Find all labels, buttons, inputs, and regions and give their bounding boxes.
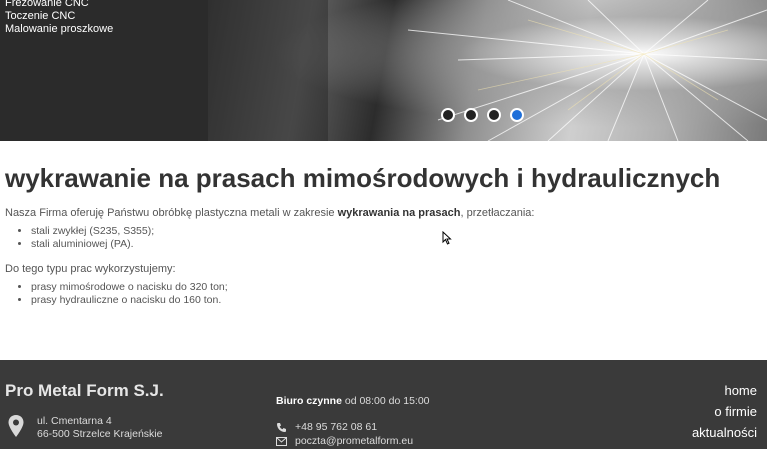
address-city: 66-500 Strzelce Krajeńskie: [37, 428, 163, 440]
footer-nav-home[interactable]: home: [692, 380, 757, 401]
slide-dot-3[interactable]: [487, 108, 501, 122]
envelope-icon: [276, 436, 287, 446]
footer-nav-news[interactable]: aktualności: [692, 422, 757, 443]
mouse-cursor-icon: [442, 231, 452, 245]
image-slider: [208, 0, 767, 141]
list-item: prasy mimośrodowe o nacisku do 320 ton;: [31, 281, 767, 294]
email-row: poczta@prometalform.eu: [276, 434, 413, 448]
slide-dot-2[interactable]: [464, 108, 478, 122]
list-item: stali aluminiowej (PA).: [31, 238, 767, 251]
footer-brand: Pro Metal Form S.J.: [5, 381, 164, 400]
slide-dot-4[interactable]: [510, 108, 524, 122]
materials-list: stali zwykłej (S235, S355); stali alumin…: [31, 225, 767, 251]
menu-item-toczenie[interactable]: Toczenie CNC: [5, 10, 208, 23]
article-content: wykrawanie na prasach mimośrodowych i hy…: [0, 141, 767, 360]
office-hours: Biuro czynne od 08:00 do 15:00: [276, 395, 430, 407]
footer-nav: home o firmie aktualności: [692, 380, 757, 443]
hours-value: od 08:00 do 15:00: [341, 395, 430, 407]
phone-number[interactable]: +48 95 762 08 61: [295, 420, 377, 434]
phone-row: +48 95 762 08 61: [276, 420, 413, 434]
list-item: stali zwykłej (S235, S355);: [31, 225, 767, 238]
equipment-list: prasy mimośrodowe o nacisku do 320 ton; …: [31, 281, 767, 307]
intro-bold: wykrawania na prasach: [337, 207, 461, 219]
menu-item-frezowanie[interactable]: Frezowanie CNC: [5, 0, 208, 10]
intro-paragraph: Nasza Firma oferuję Państwu obróbkę plas…: [5, 207, 767, 219]
slide-dot-1[interactable]: [441, 108, 455, 122]
site-footer: Pro Metal Form S.J. ul. Cmentarna 4 66-5…: [0, 360, 767, 449]
footer-nav-about[interactable]: o firmie: [692, 401, 757, 422]
intro-prefix: Nasza Firma oferuję Państwu obróbkę plas…: [5, 207, 338, 219]
equipment-intro: Do tego typu prac wykorzystujemy:: [5, 263, 176, 275]
intro-suffix: , przetłaczania:: [460, 207, 535, 219]
list-item: prasy hydrauliczne o nacisku do 160 ton.: [31, 294, 767, 307]
phone-icon: [277, 422, 286, 432]
address-street: ul. Cmentarna 4: [37, 415, 112, 427]
hours-label: Biuro czynne: [276, 395, 342, 407]
services-menu: Frezowanie CNC Toczenie CNC Malowanie pr…: [0, 0, 208, 141]
slider-pagination: [441, 108, 524, 122]
footer-contact: +48 95 762 08 61 poczta@prometalform.eu: [276, 420, 413, 448]
hero-banner: Frezowanie CNC Toczenie CNC Malowanie pr…: [0, 0, 767, 141]
footer-address: ul. Cmentarna 4 66-500 Strzelce Krajeńsk…: [37, 415, 162, 441]
email-link[interactable]: poczta@prometalform.eu: [295, 434, 413, 448]
page-title: wykrawanie na prasach mimośrodowych i hy…: [5, 163, 721, 193]
location-pin-icon: [8, 415, 24, 437]
menu-item-malowanie[interactable]: Malowanie proszkowe: [5, 23, 208, 36]
